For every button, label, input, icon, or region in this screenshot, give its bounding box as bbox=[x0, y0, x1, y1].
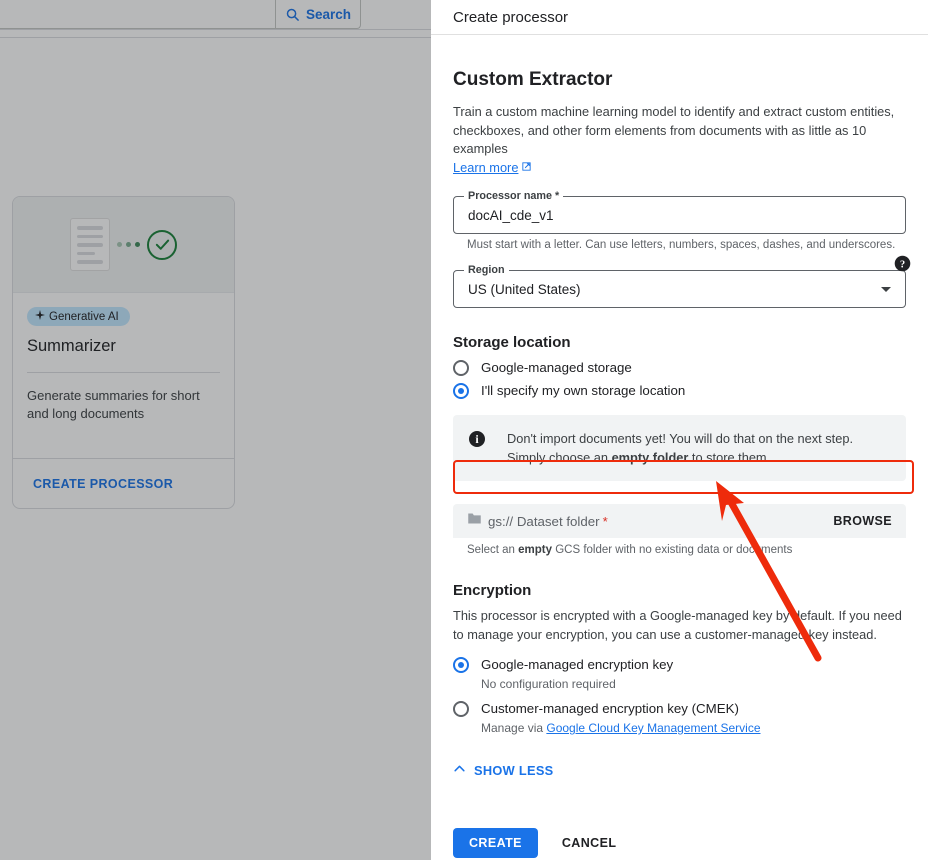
region-label: Region bbox=[464, 264, 509, 276]
dialog-header: Create processor bbox=[431, 0, 928, 35]
screenshot-root: nd more Search bbox=[0, 0, 928, 860]
dialog-title: Create processor bbox=[453, 9, 568, 26]
dataset-folder-input[interactable]: gs:// Dataset folder* bbox=[488, 514, 608, 529]
kms-link[interactable]: Google Cloud Key Management Service bbox=[546, 721, 760, 735]
info-text-emphasis: empty folder bbox=[612, 450, 689, 465]
show-less-toggle[interactable]: SHOW LESS bbox=[453, 762, 554, 778]
radio-icon-selected[interactable] bbox=[453, 657, 469, 673]
radio-icon[interactable] bbox=[453, 360, 469, 376]
dataset-folder-placeholder-text: gs:// Dataset folder bbox=[488, 514, 600, 529]
info-icon: i bbox=[469, 431, 485, 447]
radio-icon-selected[interactable] bbox=[453, 383, 469, 399]
radio-label: Google-managed storage bbox=[481, 359, 632, 376]
dialog-body: Custom Extractor Train a custom machine … bbox=[431, 35, 928, 858]
chevron-down-icon[interactable] bbox=[881, 287, 891, 292]
radio-google-managed-storage[interactable]: Google-managed storage bbox=[453, 359, 906, 376]
dialog-actions: CREATE CANCEL bbox=[453, 828, 906, 858]
required-marker: * bbox=[603, 514, 608, 529]
learn-more-link[interactable]: Learn more bbox=[453, 159, 532, 178]
storage-location-heading: Storage location bbox=[453, 334, 906, 351]
radio-sublabel: Manage via Google Cloud Key Management S… bbox=[481, 720, 761, 736]
external-link-icon bbox=[521, 159, 532, 178]
cmek-sub-prefix: Manage via bbox=[481, 721, 546, 735]
radio-cmek[interactable]: Customer-managed encryption key (CMEK) M… bbox=[453, 700, 906, 736]
radio-own-storage-location[interactable]: I'll specify my own storage location bbox=[453, 382, 906, 399]
helper-emphasis: empty bbox=[518, 544, 552, 556]
intro-copy: Train a custom machine learning model to… bbox=[453, 104, 894, 156]
show-less-label: SHOW LESS bbox=[474, 763, 554, 778]
radio-google-managed-encryption-key[interactable]: Google-managed encryption key No configu… bbox=[453, 656, 906, 692]
modal-scrim[interactable] bbox=[0, 0, 431, 860]
info-text-c: to store them. bbox=[688, 450, 770, 465]
dataset-folder-helper: Select an empty GCS folder with no exist… bbox=[467, 544, 906, 556]
intro-text: Train a custom machine learning model to… bbox=[453, 103, 906, 177]
radio-sublabel: No configuration required bbox=[481, 676, 673, 692]
learn-more-label: Learn more bbox=[453, 159, 518, 178]
radio-label: Customer-managed encryption key (CMEK) bbox=[481, 701, 739, 716]
folder-icon bbox=[467, 512, 482, 530]
cancel-button[interactable]: CANCEL bbox=[556, 835, 622, 851]
info-callout: i Don't import documents yet! You will d… bbox=[453, 415, 906, 481]
region-value: US (United States) bbox=[468, 282, 581, 297]
helper-a: Select an bbox=[467, 544, 518, 556]
dataset-folder-field[interactable]: gs:// Dataset folder* BROWSE bbox=[453, 504, 906, 538]
create-button[interactable]: CREATE bbox=[453, 828, 538, 858]
help-circle-icon[interactable]: ? bbox=[894, 255, 910, 271]
encryption-heading: Encryption bbox=[453, 582, 906, 599]
processor-name-label: Processor name * bbox=[464, 190, 563, 202]
processor-name-field[interactable]: Processor name * docAI_cde_v1 bbox=[453, 196, 906, 234]
svg-text:?: ? bbox=[900, 259, 905, 270]
encryption-description: This processor is encrypted with a Googl… bbox=[453, 607, 906, 644]
processor-name-input[interactable]: docAI_cde_v1 bbox=[468, 208, 554, 223]
processor-name-helper: Must start with a letter. Can use letter… bbox=[467, 239, 906, 251]
create-processor-dialog: Create processor Custom Extractor Train … bbox=[431, 0, 928, 860]
info-callout-text: Don't import documents yet! You will do … bbox=[507, 429, 890, 467]
browse-button[interactable]: BROWSE bbox=[833, 514, 892, 528]
radio-icon[interactable] bbox=[453, 701, 469, 717]
page-title: Custom Extractor bbox=[453, 69, 906, 91]
radio-label: I'll specify my own storage location bbox=[481, 382, 685, 399]
region-select[interactable]: Region US (United States) bbox=[453, 270, 906, 308]
chevron-up-icon bbox=[453, 762, 466, 778]
background-page: nd more Search bbox=[0, 0, 431, 860]
helper-c: GCS folder with no existing data or docu… bbox=[552, 544, 792, 556]
radio-label: Google-managed encryption key bbox=[481, 657, 673, 672]
